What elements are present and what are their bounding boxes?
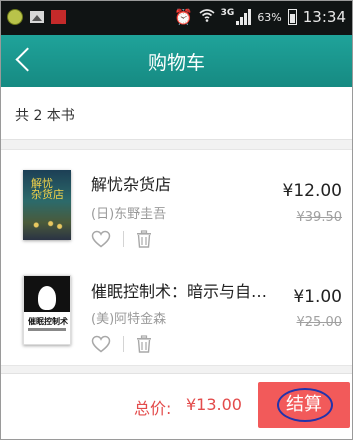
cart-item[interactable]: 解忧 杂货店 解忧杂货店 (日)东野圭吾 ¥12.00 ¥39.50 [1,149,352,254]
cover-title: 解忧 杂货店 [31,177,64,201]
phone-screen: ⏰ 3G 63% 13:34 购物车 共 2 本书 解忧 杂货店 解忧杂货店 (日… [0,0,353,440]
divider [123,336,124,352]
alarm-icon: ⏰ [173,8,193,26]
trash-icon[interactable] [136,230,152,248]
cart-count-row: 共 2 本书 [1,87,352,140]
status-indicators: ⏰ 3G 63% 13:34 [174,7,346,27]
status-notifications [7,9,66,25]
checkout-bar: 总价: ¥13.00 结算 [1,373,352,439]
book-author: (美)阿特金森 [91,312,167,327]
battery-icon [287,9,297,25]
wifi-icon [199,7,215,27]
item-price: ¥12.00 [282,181,342,201]
original-price: ¥25.00 [296,315,343,330]
book-title[interactable]: 催眠控制术：暗示与自… [91,278,267,302]
item-actions [91,230,152,248]
heart-icon[interactable] [91,335,111,353]
book-title[interactable]: 解忧杂货店 [91,171,171,195]
cover-subtitle-line [28,328,66,331]
app-notification-icon [7,9,23,25]
book-author: (日)东野圭吾 [91,207,167,222]
total-label: 总价: [134,399,172,418]
image-notification-icon [30,11,44,23]
book-cover[interactable]: 催眠控制术 [23,275,71,345]
clock: 13:34 [302,8,346,26]
heart-icon[interactable] [91,230,111,248]
cover-art [29,218,65,232]
trash-icon[interactable] [136,335,152,353]
signal-icon [236,9,252,25]
app-header: 购物车 [1,35,352,87]
total-price: ¥13.00 [186,395,242,414]
cart-item[interactable]: 催眠控制术 催眠控制术：暗示与自… (美)阿特金森 ¥1.00 ¥25.00 [1,253,352,366]
cart-count: 共 2 本书 [15,108,75,124]
item-price: ¥1.00 [293,287,342,307]
network-type: 3G [220,8,235,18]
original-price: ¥39.50 [296,210,343,225]
status-bar: ⏰ 3G 63% 13:34 [1,1,352,35]
page-title: 购物车 [147,52,205,74]
battery-percent: 63% [257,10,282,24]
app-badge-icon [51,10,66,24]
cover-title: 催眠控制术 [28,317,68,326]
item-actions [91,335,152,353]
divider [123,231,124,247]
checkout-button[interactable]: 结算 [258,382,350,428]
book-cover[interactable]: 解忧 杂货店 [23,170,71,240]
cover-face [38,286,56,310]
